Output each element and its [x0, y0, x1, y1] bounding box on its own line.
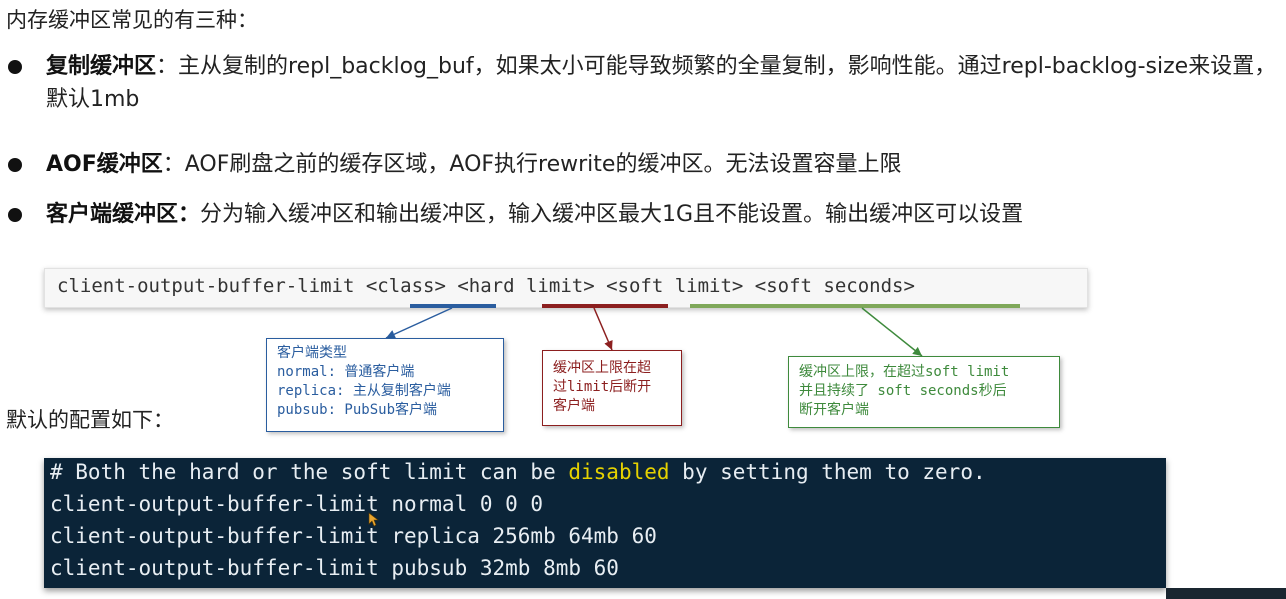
code-line-replica: client-output-buffer-limit replica 256mb… [50, 524, 657, 548]
code-line-pubsub: client-output-buffer-limit pubsub 32mb 8… [50, 556, 619, 580]
soft-limit-callout: 缓冲区上限，在超过soft limit 并且持续了 soft seconds秒后… [788, 356, 1060, 428]
bullet-label: 客户端缓冲区： [46, 202, 201, 227]
bullet-dot-icon [8, 208, 22, 222]
class-underline [410, 304, 496, 308]
bullet-label: AOF缓冲区 [46, 152, 163, 177]
window-edge [1166, 588, 1286, 599]
bullet-text: ：主从复制的repl_backlog_buf，如果太小可能导致频繁的全量复制，影… [46, 54, 1277, 112]
soft-limit-callout-line: 缓冲区上限，在超过soft limit [799, 364, 1010, 380]
hard-limit-callout-line: 客户端 [553, 398, 595, 414]
code-highlight-disabled: disabled [568, 460, 670, 484]
hard-limit-callout: 缓冲区上限在超 过limit后断开 客户端 [542, 350, 682, 426]
bullet-label: 复制缓冲区 [46, 54, 157, 79]
bullet-text: ：AOF刷盘之前的缓存区域，AOF执行rewrite的缓冲区。无法设置容量上限 [162, 152, 902, 177]
code-comment-line: # Both the hard or the soft limit can be… [50, 460, 986, 484]
code-comment-text: # Both the hard or the soft limit can be [50, 460, 569, 484]
class-callout: 客户端类型 normal: 普通客户端 replica: 主从复制客户端 pub… [266, 338, 504, 432]
command-syntax-box: client-output-buffer-limit <class> <hard… [44, 268, 1088, 308]
soft-limit-underline [690, 304, 1020, 308]
class-callout-line: replica: 主从复制客户端 [277, 383, 451, 399]
bullet-replication-buffer: 复制缓冲区：主从复制的repl_backlog_buf，如果太小可能导致频繁的全… [8, 50, 1278, 116]
bullet-dot-icon [8, 60, 22, 74]
hard-limit-underline [542, 304, 668, 308]
hard-limit-callout-line: 缓冲区上限在超 [553, 360, 651, 376]
class-callout-line: pubsub: PubSub客户端 [277, 402, 438, 418]
config-code-block: # Both the hard or the soft limit can be… [44, 458, 1166, 588]
bullet-aof-buffer: AOF缓冲区：AOF刷盘之前的缓存区域，AOF执行rewrite的缓冲区。无法设… [8, 148, 1278, 181]
bullet-text: 分为输入缓冲区和输出缓冲区，输入缓冲区最大1G且不能设置。输出缓冲区可以设置 [200, 202, 1024, 227]
hard-limit-callout-line: 过limit后断开 [553, 379, 652, 395]
bullet-client-buffer: 客户端缓冲区：分为输入缓冲区和输出缓冲区，输入缓冲区最大1G且不能设置。输出缓冲… [8, 198, 1278, 231]
class-callout-title: 客户端类型 [277, 345, 347, 361]
soft-limit-callout-line: 断开客户端 [799, 402, 869, 418]
code-line-normal: client-output-buffer-limit normal 0 0 0 [50, 492, 544, 516]
page-title: 内存缓冲区常见的有三种： [6, 8, 258, 32]
code-comment-text: by setting them to zero. [669, 460, 986, 484]
mouse-cursor-icon [368, 512, 379, 527]
hard-limit-arrow [593, 307, 613, 351]
class-callout-line: normal: 普通客户端 [277, 364, 415, 380]
bullet-dot-icon [8, 158, 22, 172]
default-config-label: 默认的配置如下： [6, 408, 174, 432]
soft-limit-callout-line: 并且持续了 soft seconds秒后 [799, 383, 1007, 399]
command-syntax: client-output-buffer-limit <class> <hard… [57, 275, 915, 297]
class-arrow [385, 307, 453, 339]
soft-limit-arrow [861, 307, 923, 357]
